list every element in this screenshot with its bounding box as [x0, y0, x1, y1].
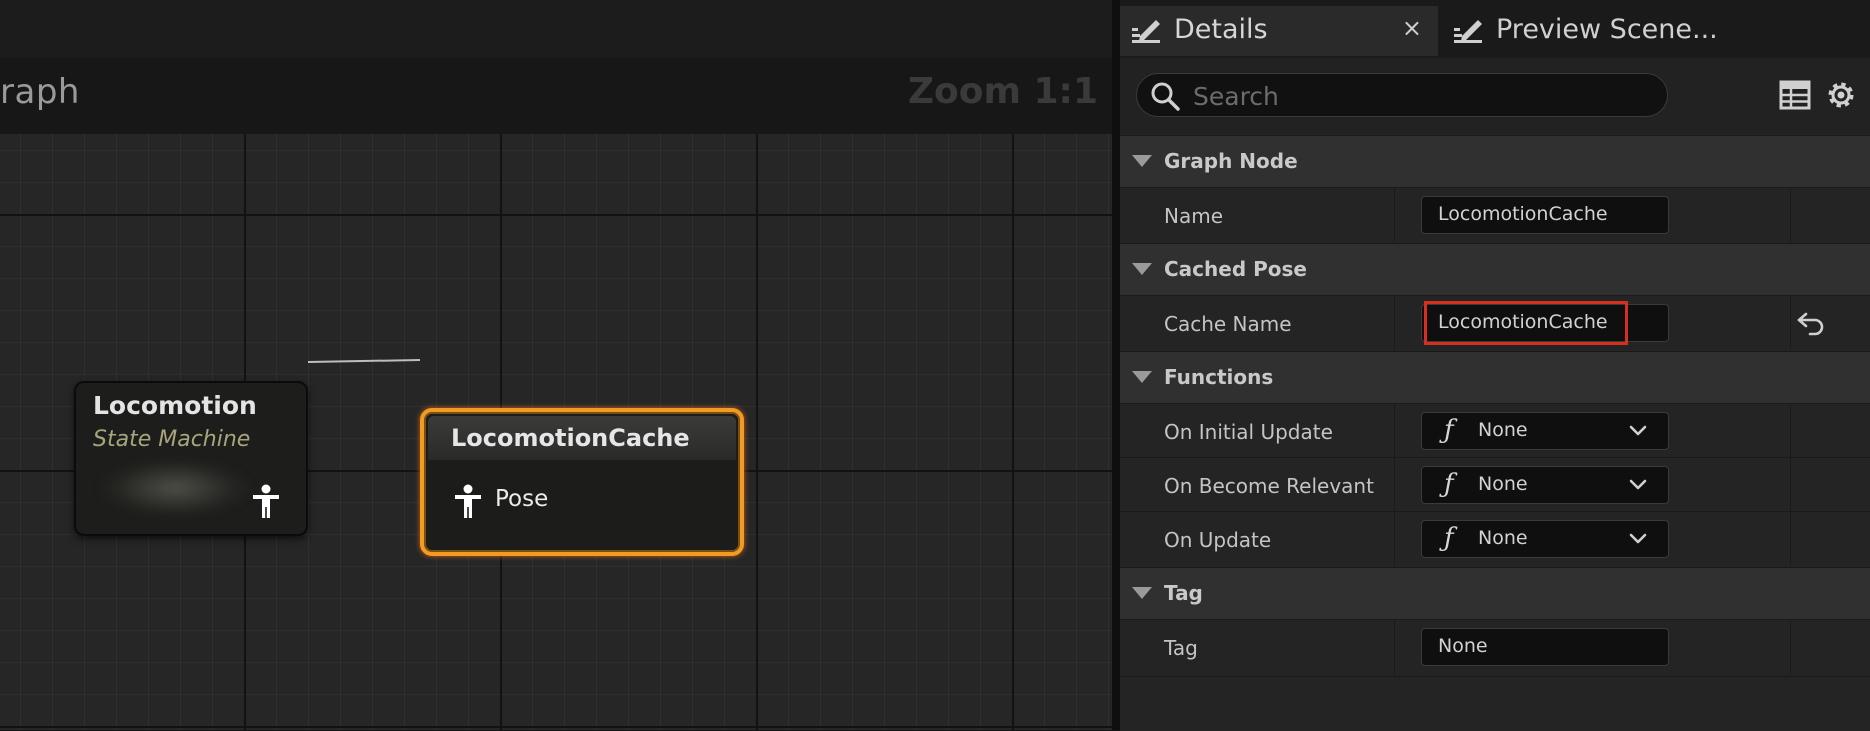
graph-header: raph Zoom 1:1	[0, 58, 1112, 134]
dropdown-value: None	[1478, 527, 1528, 549]
column-separator	[1790, 404, 1791, 458]
details-toolbar	[1120, 58, 1870, 134]
function-icon: ƒ	[1444, 523, 1454, 553]
graph-canvas[interactable]: Locomotion State Machine LocomotionCache…	[0, 134, 1112, 730]
on-initial-update-dropdown[interactable]: ƒ None	[1421, 412, 1669, 450]
chevron-down-icon	[1629, 479, 1647, 490]
column-separator	[1394, 404, 1395, 458]
section-label: Tag	[1164, 581, 1203, 605]
tag-field[interactable]: None	[1421, 628, 1669, 666]
tab-preview-label: Preview Scene...	[1496, 14, 1718, 45]
section-cached-pose[interactable]: Cached Pose	[1120, 243, 1870, 295]
chevron-down-icon	[1629, 425, 1647, 436]
table-icon[interactable]	[1778, 78, 1812, 112]
on-become-relevant-dropdown[interactable]: ƒ None	[1421, 466, 1669, 504]
section-graph-node[interactable]: Graph Node	[1120, 135, 1870, 187]
search-icon	[1151, 82, 1180, 111]
chevron-down-icon	[1629, 533, 1647, 544]
tag-value: None	[1438, 635, 1488, 657]
column-separator	[1394, 620, 1395, 674]
column-separator	[1790, 620, 1791, 674]
column-separator	[1790, 512, 1791, 566]
pencil-icon	[1454, 20, 1482, 43]
dropdown-value: None	[1478, 419, 1528, 441]
pencil-icon	[1132, 20, 1160, 43]
collapse-triangle-icon	[1132, 155, 1152, 167]
function-icon: ƒ	[1444, 415, 1454, 445]
column-separator	[1394, 458, 1395, 512]
property-row-on-become-relevant: On Become Relevant ƒ None	[1120, 457, 1870, 512]
person-icon[interactable]	[454, 484, 482, 518]
name-value: LocomotionCache	[1438, 203, 1608, 225]
property-label: On Initial Update	[1164, 420, 1333, 444]
section-functions[interactable]: Functions	[1120, 351, 1870, 403]
collapse-triangle-icon	[1132, 587, 1152, 599]
node-locomotion-title: Locomotion	[93, 391, 257, 420]
property-row-name: Name LocomotionCache	[1120, 187, 1870, 242]
tab-bar: Details × Preview Scene...	[1120, 0, 1870, 58]
close-icon[interactable]: ×	[1402, 14, 1422, 42]
property-label: On Update	[1164, 528, 1272, 552]
property-label: Name	[1164, 204, 1224, 228]
section-label: Cached Pose	[1164, 257, 1307, 281]
node-thumbnail-blur	[100, 459, 250, 517]
highlight-box	[1424, 301, 1628, 345]
node-locomotion-cache[interactable]: LocomotionCache Pose	[420, 408, 744, 556]
section-label: Graph Node	[1164, 149, 1298, 173]
column-separator	[1394, 188, 1395, 242]
reset-arrow-icon[interactable]	[1796, 309, 1826, 337]
dropdown-value: None	[1478, 473, 1528, 495]
on-update-dropdown[interactable]: ƒ None	[1421, 520, 1669, 558]
column-separator	[1790, 458, 1791, 512]
gear-icon[interactable]	[1824, 78, 1858, 112]
property-row-tag: Tag None	[1120, 619, 1870, 674]
property-row-on-initial-update: On Initial Update ƒ None	[1120, 403, 1870, 458]
section-label: Functions	[1164, 365, 1274, 389]
column-separator	[1790, 296, 1791, 350]
search-input[interactable]	[1191, 78, 1655, 114]
property-row-cache-name: Cache Name LocomotionCache	[1120, 295, 1870, 350]
node-locomotion[interactable]: Locomotion State Machine	[74, 381, 308, 536]
tab-details[interactable]: Details ×	[1120, 6, 1438, 56]
search-box[interactable]	[1136, 73, 1668, 117]
name-field[interactable]: LocomotionCache	[1421, 196, 1669, 234]
column-separator	[1790, 188, 1791, 242]
node-cache-title: LocomotionCache	[451, 424, 690, 452]
pose-pin-label: Pose	[495, 486, 549, 512]
panel-empty-area	[1120, 676, 1870, 731]
tab-details-label: Details	[1174, 14, 1268, 45]
property-label: On Become Relevant	[1164, 474, 1374, 498]
panel-splitter[interactable]	[1112, 0, 1120, 730]
zoom-label: Zoom 1:1	[907, 71, 1098, 112]
details-panel: Details × Preview Scene... Search Graph …	[1120, 0, 1870, 731]
property-row-on-update: On Update ƒ None	[1120, 511, 1870, 566]
property-label: Cache Name	[1164, 312, 1292, 336]
person-icon[interactable]	[252, 484, 280, 518]
property-label: Tag	[1164, 636, 1198, 660]
node-locomotion-subtitle: State Machine	[93, 427, 251, 452]
function-icon: ƒ	[1444, 469, 1454, 499]
collapse-triangle-icon	[1132, 371, 1152, 383]
section-tag[interactable]: Tag	[1120, 567, 1870, 619]
graph-top-strip	[0, 0, 1112, 58]
column-separator	[1394, 296, 1395, 350]
collapse-triangle-icon	[1132, 263, 1152, 275]
graph-title: raph	[0, 72, 80, 112]
tab-preview-scene[interactable]: Preview Scene...	[1442, 6, 1870, 56]
column-separator	[1394, 512, 1395, 566]
